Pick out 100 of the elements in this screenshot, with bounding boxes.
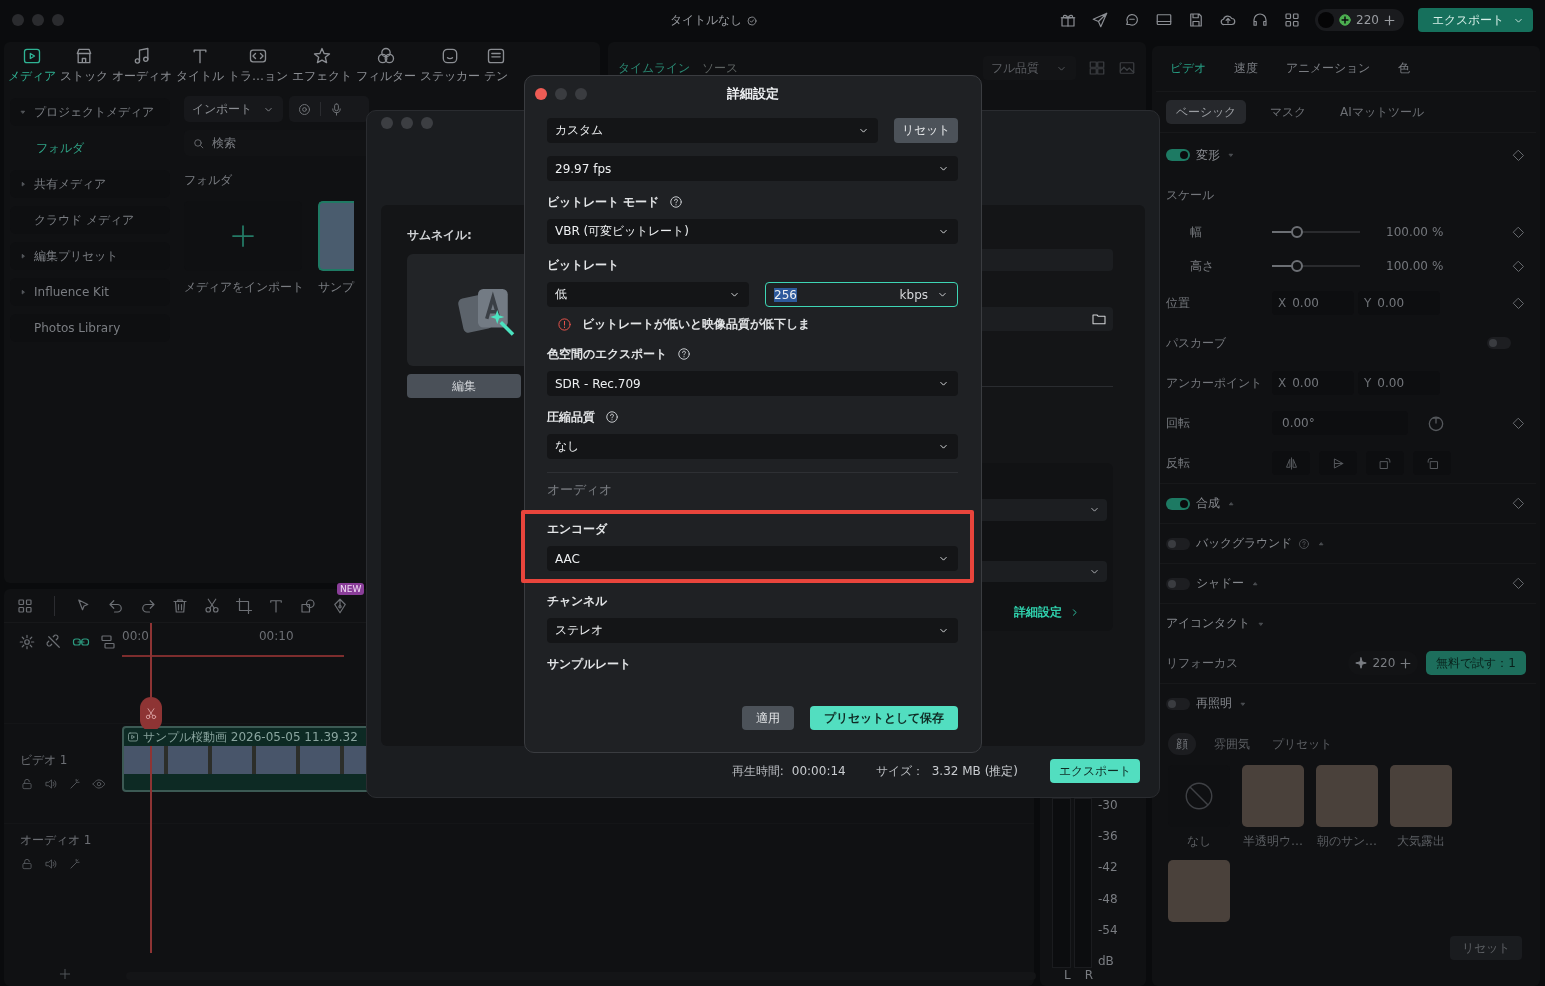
subtab[interactable]: ベーシック	[1166, 100, 1246, 124]
toggle-switch[interactable]	[1166, 537, 1190, 550]
inspector-tab[interactable]: 速度	[1234, 60, 1258, 77]
field-label: 色空間のエクスポート	[547, 345, 667, 363]
dropdown[interactable]: なし	[547, 434, 958, 459]
keyframe-diamond-icon[interactable]	[1511, 295, 1526, 311]
relight-tab[interactable]: 顔	[1168, 733, 1196, 755]
preview-tab[interactable]: ソース	[702, 59, 738, 77]
subtab[interactable]: AIマットツール	[1330, 100, 1434, 124]
advanced-settings-link[interactable]: 詳細設定	[1014, 604, 1081, 621]
media-tab[interactable]: ステッカー	[418, 46, 482, 90]
number-field[interactable]: Y 0.00	[1358, 291, 1440, 315]
relight-tab[interactable]: プリセット	[1268, 733, 1336, 755]
meter-scale-label: dB	[1098, 953, 1115, 968]
keyframe-diamond-icon[interactable]	[1511, 147, 1526, 163]
number-field[interactable]: X 0.00	[1272, 371, 1354, 395]
alert-icon	[557, 317, 572, 332]
crop-icon[interactable]	[235, 596, 253, 615]
sticker-icon	[440, 46, 460, 66]
keyframe-diamond-icon[interactable]	[1511, 258, 1526, 274]
media-tab[interactable]: オーディオ	[110, 46, 174, 90]
channel-label: R	[1084, 968, 1094, 982]
number-field[interactable]: Y 0.00	[1358, 371, 1440, 395]
add-track-icon[interactable]	[58, 967, 72, 981]
preview-tab[interactable]: タイムライン	[618, 59, 690, 77]
slider-thumb[interactable]	[1290, 226, 1303, 238]
eye-icon[interactable]	[92, 777, 106, 791]
keyframe-diamond-icon[interactable]	[1511, 496, 1526, 511]
export-button[interactable]: エクスポート	[1418, 8, 1533, 32]
media-tab[interactable]: タイトル	[174, 46, 226, 90]
close-button[interactable]	[535, 88, 547, 100]
toggle-switch[interactable]	[1487, 337, 1511, 349]
wand-icon[interactable]	[68, 857, 82, 871]
paper-plane-icon[interactable]	[1091, 11, 1110, 29]
keyframe-diamond-icon[interactable]	[1511, 415, 1526, 431]
wand-icon[interactable]	[68, 777, 82, 791]
dropdown[interactable]: AAC	[547, 546, 958, 571]
clip-thumbnail[interactable]	[318, 201, 354, 271]
angle-field[interactable]: 0.00°	[1272, 411, 1408, 435]
value-text: 100.00	[1386, 259, 1428, 273]
number-field[interactable]: X 0.00	[1272, 291, 1354, 315]
reset-button[interactable]: リセット	[894, 118, 958, 143]
property-label: シャドー	[1196, 575, 1244, 592]
lock-icon[interactable]	[20, 777, 34, 791]
shapes-icon[interactable]	[299, 596, 317, 615]
sidebar-item[interactable]: フォルダ	[10, 134, 170, 162]
microphone-icon[interactable]	[329, 101, 344, 117]
check-circle-icon	[746, 14, 758, 27]
media-tab[interactable]: ストック	[58, 46, 110, 90]
toggle-switch[interactable]	[1166, 497, 1190, 510]
grid-icon[interactable]	[16, 596, 34, 615]
trash-icon[interactable]	[171, 596, 189, 615]
keyframe-diamond-icon[interactable]	[1511, 224, 1526, 240]
media-tab[interactable]: エフェクト	[290, 46, 354, 90]
unlink-icon[interactable]	[45, 633, 63, 651]
media-tab[interactable]: テン	[482, 46, 510, 90]
speaker-icon[interactable]	[44, 857, 58, 871]
clip-label: サンプ	[318, 279, 354, 296]
apps-icon[interactable]	[1283, 11, 1302, 29]
property-label: 反転	[1166, 454, 1190, 472]
speaker-icon[interactable]	[44, 777, 58, 791]
play-icon	[127, 731, 139, 743]
split-button[interactable]	[140, 697, 162, 731]
tracks-icon[interactable]	[99, 633, 117, 651]
save-preset-button[interactable]: プリセットとして保存	[810, 706, 958, 730]
subtab[interactable]: マスク	[1260, 100, 1316, 124]
record-icon[interactable]	[297, 101, 312, 117]
inspector-tab[interactable]: ビデオ	[1170, 60, 1206, 77]
toggle-switch[interactable]	[1166, 577, 1190, 590]
media-tab[interactable]: トラ…ョン	[226, 46, 290, 90]
dropdown[interactable]: 29.97 fps	[547, 156, 958, 181]
media-tab[interactable]: フィルター	[354, 46, 418, 90]
inspector-tab[interactable]: 色	[1398, 60, 1410, 77]
slider-thumb[interactable]	[1290, 260, 1303, 272]
media-tab[interactable]: メディア	[6, 46, 58, 90]
relight-tab[interactable]: 雰囲気	[1210, 733, 1254, 755]
dropdown[interactable]: SDR - Rec.709	[547, 371, 958, 396]
rotate-right-icon	[1377, 455, 1393, 471]
dropdown[interactable]: カスタム	[547, 118, 878, 143]
toggle-switch[interactable]	[1166, 149, 1190, 161]
pen-icon[interactable]	[331, 596, 349, 615]
scissors-icon[interactable]	[203, 596, 221, 615]
settings-icon[interactable]	[18, 633, 36, 651]
export-button[interactable]: エクスポート	[1050, 759, 1140, 784]
toggle-switch[interactable]	[1166, 697, 1190, 710]
apply-button[interactable]: 適用	[742, 706, 794, 730]
import-dropdown[interactable]: インポート	[184, 96, 283, 122]
headset-icon[interactable]	[1251, 11, 1270, 29]
unit-label: %	[1432, 225, 1444, 239]
dropdown[interactable]: VBR (可変ビットレート)	[547, 219, 958, 244]
dropdown[interactable]: ステレオ	[547, 618, 958, 643]
image-icon[interactable]	[1118, 59, 1136, 77]
edit-button[interactable]: 編集	[407, 374, 521, 398]
credits-badge[interactable]: 220	[1315, 9, 1404, 31]
dropdown[interactable]: 低	[547, 282, 749, 307]
inspector-tab[interactable]: アニメーション	[1286, 60, 1370, 77]
keyframe-diamond-icon[interactable]	[1511, 576, 1526, 591]
lock-icon[interactable]	[20, 857, 34, 871]
preset-label: 半透明ウ…	[1243, 833, 1303, 850]
bitrate-input[interactable]: 256 kbps	[765, 282, 958, 307]
